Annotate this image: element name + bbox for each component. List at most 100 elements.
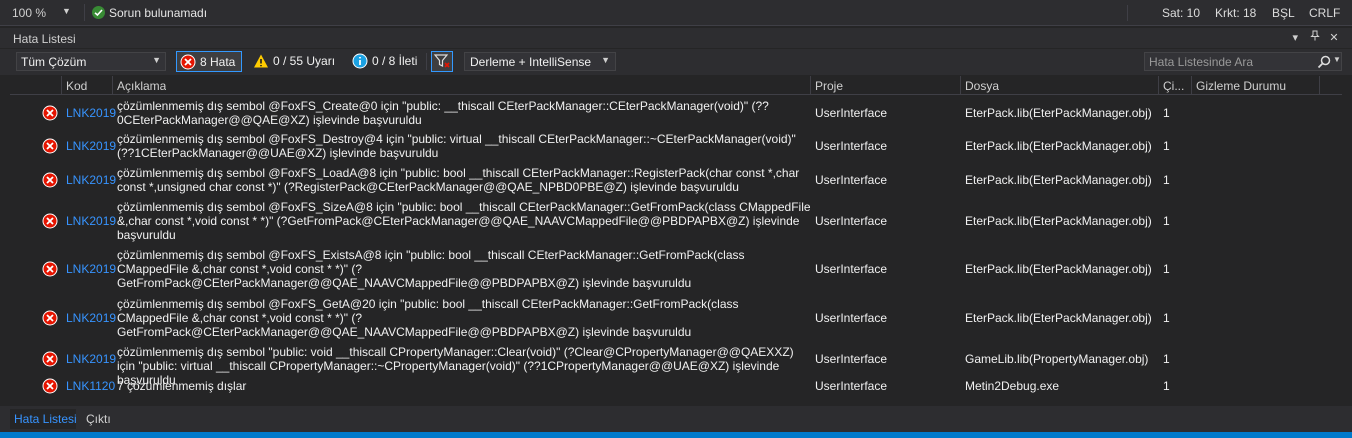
- column-header-description[interactable]: Açıklama: [113, 76, 811, 95]
- error-project: UserInterface: [815, 106, 888, 120]
- error-row[interactable]: LNK2019 çözümlenmemiş dış sembol @FoxFS_…: [10, 245, 1342, 293]
- divider: [426, 53, 427, 70]
- tab-output[interactable]: Çıktı: [82, 409, 116, 429]
- error-row[interactable]: LNK1120 7 çözümlenmemiş dışlar UserInter…: [10, 376, 1342, 396]
- error-file: GameLib.lib(PropertyManager.obj): [965, 352, 1149, 366]
- info-icon: [352, 53, 368, 69]
- grid-header: Kod Açıklama Proje Dosya Çi... Gizleme D…: [10, 76, 1342, 95]
- error-line: 1: [1163, 173, 1170, 187]
- error-row[interactable]: LNK2019 çözümlenmemiş dış sembol @FoxFS_…: [10, 163, 1342, 197]
- error-file: EterPack.lib(EterPackManager.obj): [965, 173, 1152, 187]
- error-file: EterPack.lib(EterPackManager.obj): [965, 214, 1152, 228]
- tab-label: Çıktı: [86, 412, 111, 426]
- error-icon: [42, 213, 58, 229]
- error-description: çözümlenmemiş dış sembol @FoxFS_LoadA@8 …: [117, 166, 800, 194]
- error-line: 1: [1163, 106, 1170, 120]
- column-header-code[interactable]: Kod: [62, 76, 113, 95]
- error-description: çözümlenmemiş dış sembol @FoxFS_Destroy@…: [117, 132, 796, 160]
- editor-status-strip: 100 % ▼ Sorun bulunamadı Sat: 10 Krkt: 1…: [0, 0, 1352, 26]
- messages-filter-button[interactable]: 0 / 8 İleti: [349, 51, 421, 72]
- column-header-file[interactable]: Dosya: [961, 76, 1159, 95]
- error-project: UserInterface: [815, 352, 888, 366]
- error-project: UserInterface: [815, 214, 888, 228]
- error-list-search[interactable]: ▼: [1144, 52, 1342, 71]
- error-code-link[interactable]: LNK2019: [66, 311, 116, 325]
- build-intellisense-dropdown[interactable]: Derleme + IntelliSense ▼: [464, 52, 616, 71]
- pin-icon[interactable]: [1307, 30, 1323, 44]
- error-icon: [180, 54, 196, 70]
- error-code-link[interactable]: LNK2019: [66, 262, 116, 276]
- error-description: çözümlenmemiş dış sembol @FoxFS_ExistsA@…: [117, 248, 745, 290]
- error-file: EterPack.lib(EterPackManager.obj): [965, 262, 1152, 276]
- warning-icon: [253, 53, 269, 69]
- error-row[interactable]: LNK2019 çözümlenmemiş dış sembol @FoxFS_…: [10, 130, 1342, 163]
- column-header-project[interactable]: Proje: [811, 76, 961, 95]
- errors-filter-button[interactable]: 8 Hata: [176, 51, 242, 72]
- panel-title: Hata Listesi: [13, 32, 76, 46]
- error-line: 1: [1163, 311, 1170, 325]
- issues-status-text[interactable]: Sorun bulunamadı: [109, 6, 207, 20]
- error-code-link[interactable]: LNK1120: [66, 379, 115, 393]
- error-project: UserInterface: [815, 262, 888, 276]
- zoom-dropdown[interactable]: 100 % ▼: [8, 5, 72, 21]
- error-line: 1: [1163, 214, 1170, 228]
- messages-filter-label: 0 / 8 İleti: [372, 54, 418, 68]
- error-row[interactable]: LNK2019 çözümlenmemiş dış sembol @FoxFS_…: [10, 293, 1342, 343]
- error-description: çözümlenmemiş dış sembol @FoxFS_GetA@20 …: [117, 297, 739, 339]
- error-project: UserInterface: [815, 379, 888, 393]
- error-icon: [42, 172, 58, 188]
- error-icon: [42, 310, 58, 326]
- error-row[interactable]: LNK2019 çözümlenmemiş dış sembol @FoxFS_…: [10, 96, 1342, 130]
- error-file: EterPack.lib(EterPackManager.obj): [965, 139, 1152, 153]
- error-code-link[interactable]: LNK2019: [66, 106, 116, 120]
- insert-mode-indicator: BŞL: [1272, 6, 1295, 20]
- column-header-icon[interactable]: [10, 76, 62, 95]
- error-row[interactable]: LNK2019 çözümlenmemiş dış sembol @FoxFS_…: [10, 197, 1342, 245]
- build-filter-value: Derleme + IntelliSense: [470, 55, 592, 69]
- error-icon: [42, 138, 58, 154]
- scope-dropdown[interactable]: Tüm Çözüm ▼: [16, 52, 166, 71]
- close-icon[interactable]: ✕: [1326, 31, 1342, 44]
- error-file: EterPack.lib(EterPackManager.obj): [965, 311, 1152, 325]
- warnings-filter-button[interactable]: 0 / 55 Uyarı: [250, 51, 340, 72]
- chevron-down-icon: ▼: [152, 55, 161, 65]
- chevron-down-icon: ▼: [601, 55, 610, 65]
- error-icon: [42, 378, 58, 394]
- errors-filter-label: 8 Hata: [200, 55, 236, 69]
- line-ending-indicator[interactable]: CRLF: [1309, 6, 1340, 20]
- tab-label: Hata Listesi: [14, 412, 77, 426]
- error-code-link[interactable]: LNK2019: [66, 173, 116, 187]
- error-description: 7 çözümlenmemiş dışlar: [117, 379, 247, 393]
- error-line: 1: [1163, 352, 1170, 366]
- zoom-value: 100 %: [12, 6, 47, 20]
- error-icon: [42, 351, 58, 367]
- column-header-suppression[interactable]: Gizleme Durumu: [1192, 76, 1320, 95]
- error-project: UserInterface: [815, 173, 888, 187]
- ide-status-bar: [0, 432, 1352, 438]
- error-file: EterPack.lib(EterPackManager.obj): [965, 106, 1152, 120]
- column-indicator: Krkt: 18: [1215, 6, 1257, 20]
- error-code-link[interactable]: LNK2019: [66, 352, 116, 366]
- chevron-down-icon[interactable]: ▼: [1333, 55, 1341, 64]
- scope-value: Tüm Çözüm: [21, 55, 87, 69]
- window-position-icon[interactable]: ▾: [1287, 31, 1303, 44]
- panel-controls: ▾ ✕: [1287, 30, 1342, 46]
- error-description: çözümlenmemiş dış sembol @FoxFS_Create@0…: [117, 99, 769, 127]
- warnings-filter-label: 0 / 55 Uyarı: [273, 54, 336, 68]
- error-row[interactable]: LNK2019 çözümlenmemiş dış sembol "public…: [10, 343, 1342, 387]
- error-code-link[interactable]: LNK2019: [66, 214, 116, 228]
- filter-toggle-button[interactable]: [431, 51, 453, 72]
- error-line: 1: [1163, 379, 1170, 393]
- search-icon[interactable]: [1316, 54, 1332, 70]
- checkmark-icon: [92, 6, 105, 19]
- search-input[interactable]: [1149, 54, 1309, 69]
- filter-icon: [433, 54, 450, 68]
- divider: [1127, 5, 1128, 21]
- error-description: çözümlenmemiş dış sembol @FoxFS_SizeA@8 …: [117, 200, 811, 242]
- column-header-line[interactable]: Çi...: [1159, 76, 1192, 95]
- divider: [84, 4, 85, 21]
- error-line: 1: [1163, 139, 1170, 153]
- tab-error-list[interactable]: Hata Listesi: [10, 409, 77, 429]
- error-code-link[interactable]: LNK2019: [66, 139, 116, 153]
- grid-body: LNK2019 çözümlenmemiş dış sembol @FoxFS_…: [10, 96, 1342, 396]
